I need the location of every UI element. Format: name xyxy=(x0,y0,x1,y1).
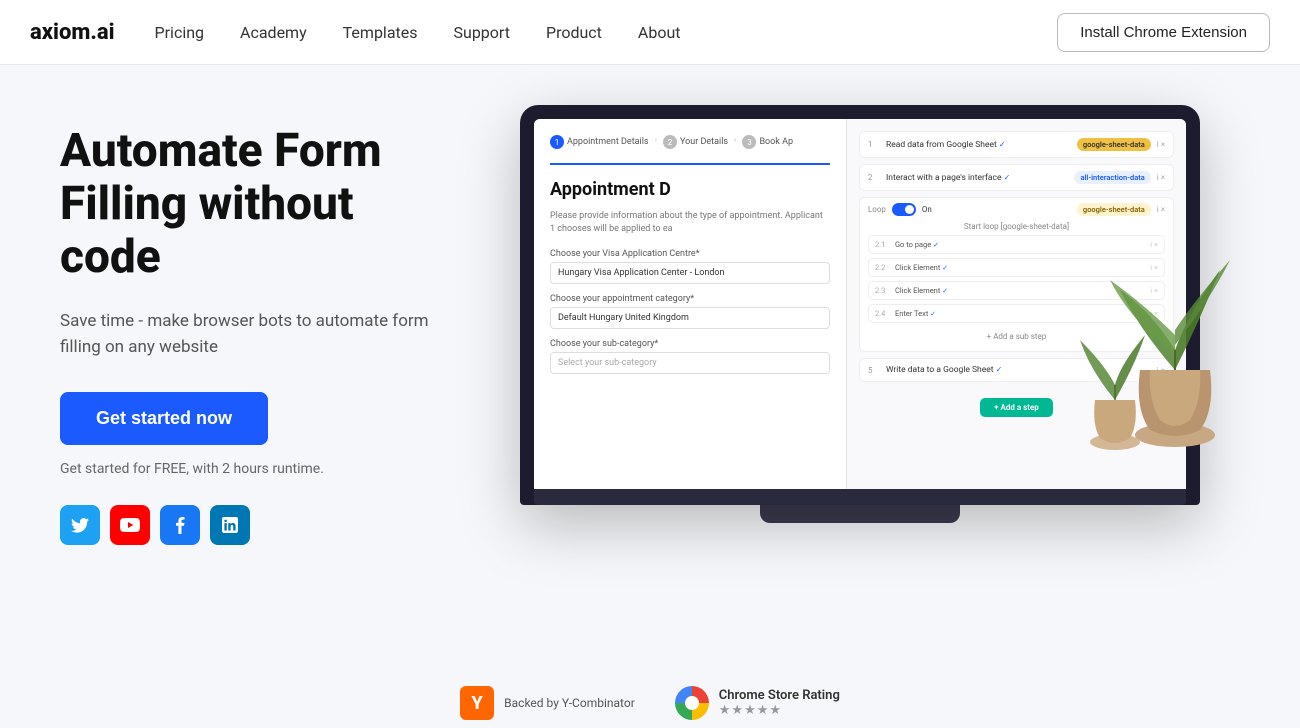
hero-free-text: Get started for FREE, with 2 hours runti… xyxy=(60,461,440,477)
nav-academy[interactable]: Academy xyxy=(240,23,307,42)
hero-cta-wrapper: Get started now xyxy=(60,392,440,461)
form-step-1: 1 Appointment Details xyxy=(550,135,649,149)
screen-form-panel: 1 Appointment Details › 2 Your Details ›… xyxy=(534,119,847,489)
navbar: axiom.ai Pricing Academy Templates Suppo… xyxy=(0,0,1300,65)
chrome-badge: Chrome Store Rating ★★★★★ xyxy=(675,686,840,720)
linkedin-icon[interactable] xyxy=(210,505,250,545)
loop-toggle xyxy=(892,203,916,216)
form-input-1: Hungary Visa Application Center - London xyxy=(550,262,830,284)
youtube-icon[interactable] xyxy=(110,505,150,545)
laptop-stand xyxy=(760,505,960,523)
form-step-2: 2 Your Details xyxy=(663,135,728,149)
form-steps: 1 Appointment Details › 2 Your Details ›… xyxy=(550,135,830,149)
workflow-item-1: 1 Read data from Google Sheet ✓ google-s… xyxy=(859,131,1174,158)
form-label-1: Choose your Visa Application Centre* xyxy=(550,249,830,259)
hero-right: 1 Appointment Details › 2 Your Details ›… xyxy=(480,115,1240,523)
form-label-2: Choose your appointment category* xyxy=(550,294,830,304)
chrome-stars: ★★★★★ xyxy=(719,703,840,718)
form-title: Appointment D xyxy=(550,179,830,200)
yc-logo: Y xyxy=(460,686,494,720)
chrome-logo xyxy=(675,686,709,720)
nav-templates[interactable]: Templates xyxy=(343,23,418,42)
nav-cta: Install Chrome Extension xyxy=(1057,13,1270,52)
nav-links: Pricing Academy Templates Support Produc… xyxy=(155,23,1058,42)
form-label-3: Choose your sub-category* xyxy=(550,339,830,349)
plants-decoration xyxy=(1060,170,1240,450)
get-started-button[interactable]: Get started now xyxy=(60,392,268,445)
nav-product[interactable]: Product xyxy=(546,23,602,42)
chrome-store-label: Chrome Store Rating xyxy=(719,688,840,703)
yc-badge: Y Backed by Y-Combinator xyxy=(460,686,635,720)
hero-subtitle: Save time - make browser bots to automat… xyxy=(60,308,440,361)
form-input-2: Default Hungary United Kingdom xyxy=(550,307,830,329)
facebook-icon[interactable] xyxy=(160,505,200,545)
form-description: Please provide information about the typ… xyxy=(550,210,830,235)
yc-label: Backed by Y-Combinator xyxy=(504,696,635,710)
footer-badges: Y Backed by Y-Combinator Chrome Store Ra… xyxy=(0,672,1300,728)
install-extension-button[interactable]: Install Chrome Extension xyxy=(1057,13,1270,52)
form-step-3: 3 Book Ap xyxy=(742,135,793,149)
social-icons xyxy=(60,505,440,545)
logo[interactable]: axiom.ai xyxy=(30,20,115,45)
form-input-3: Select your sub-category xyxy=(550,352,830,374)
nav-pricing[interactable]: Pricing xyxy=(155,23,205,42)
nav-support[interactable]: Support xyxy=(454,23,510,42)
laptop-base xyxy=(534,489,1186,505)
hero-section: Automate Form Filling without code Save … xyxy=(0,65,1300,672)
hero-title: Automate Form Filling without code xyxy=(60,125,440,284)
twitter-icon[interactable] xyxy=(60,505,100,545)
nav-about[interactable]: About xyxy=(638,23,681,42)
add-step-button[interactable]: + Add a step xyxy=(980,398,1053,417)
hero-left: Automate Form Filling without code Save … xyxy=(60,115,440,545)
